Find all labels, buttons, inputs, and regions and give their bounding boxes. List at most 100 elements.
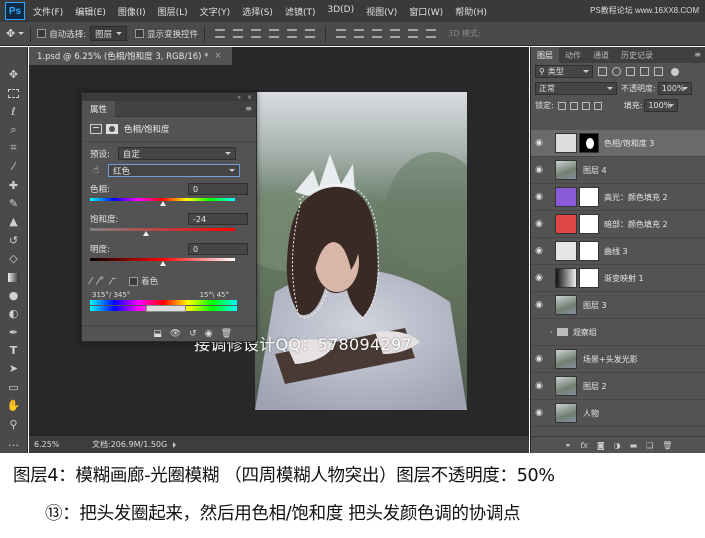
eyedropper-tool-icon[interactable]: ⁄ [5, 159, 23, 175]
layer-thumbnail[interactable] [555, 376, 577, 396]
menu-item[interactable]: 3D(D) [327, 5, 354, 18]
distribute-right-icon[interactable] [426, 29, 437, 38]
show-transform-checkbox[interactable] [135, 29, 145, 38]
layers-panel-tab[interactable]: 动作 [559, 47, 587, 63]
eyedropper-subtract-icon[interactable]: ⁄− [110, 275, 117, 287]
visibility-eye-icon[interactable]: ◉ [531, 381, 547, 391]
add-mask-icon[interactable]: ◙ [597, 441, 605, 450]
visibility-eye-icon[interactable]: ◉ [531, 138, 547, 148]
targeted-adjust-hand-icon[interactable]: ☝ [90, 165, 102, 177]
layer-row[interactable]: ◉ 图层 2 [531, 373, 705, 400]
move-tool-icon[interactable]: ✥ [5, 67, 23, 83]
layer-thumbnail[interactable] [555, 214, 577, 234]
layer-row[interactable]: ◉› 观察组 [531, 319, 705, 346]
visibility-icon[interactable]: ◉ [205, 329, 213, 339]
layer-filter-dropdown[interactable]: ⚲ 类型 [535, 65, 593, 78]
layer-row[interactable]: ◉ 色相/饱和度 3 [531, 130, 705, 157]
distribute-vcenter-icon[interactable] [354, 29, 365, 38]
zoom-tool-icon[interactable]: ⚲ [5, 416, 23, 432]
quick-select-tool-icon[interactable]: ⌕ [5, 122, 23, 138]
eraser-tool-icon[interactable]: ◇ [5, 251, 23, 267]
move-tool-icon[interactable]: ✥ [6, 27, 15, 40]
auto-select-dropdown[interactable]: 图层 [90, 26, 128, 41]
close-tab-icon[interactable]: × [214, 51, 221, 61]
filter-toggle-icon[interactable] [671, 67, 679, 76]
path-select-tool-icon[interactable]: ➤ [5, 361, 23, 377]
layer-row[interactable]: ◉ 人物 [531, 400, 705, 427]
visibility-eye-icon[interactable]: ◉ [531, 246, 547, 256]
hue-input[interactable]: 0 [188, 183, 248, 195]
eyedropper-icon[interactable]: ⁄ [90, 276, 92, 287]
history-brush-tool-icon[interactable]: ↺ [5, 232, 23, 248]
menu-item[interactable]: 图层(L) [158, 5, 188, 18]
photo-canvas[interactable] [255, 92, 467, 410]
panel-menu-icon[interactable]: ≡ [245, 104, 252, 113]
layers-panel-tab[interactable]: 通道 [587, 47, 615, 63]
layer-mask-thumbnail[interactable] [579, 241, 599, 261]
layer-thumbnail[interactable] [555, 349, 577, 369]
layer-row[interactable]: ◉ 高光：颜色填充 2 [531, 184, 705, 211]
align-left-icon[interactable] [269, 29, 280, 38]
menu-item[interactable]: 视图(V) [366, 5, 397, 18]
link-layers-icon[interactable]: ⚭ [565, 441, 572, 450]
layers-panel-tab[interactable]: 图层 [531, 47, 559, 63]
zoom-level[interactable]: 6.25% [34, 440, 82, 449]
opacity-input[interactable]: 100% [657, 82, 692, 95]
lasso-tool-icon[interactable]: ℓ [5, 104, 23, 120]
adjustment-icon[interactable] [90, 124, 102, 134]
layer-row[interactable]: ◉ 暗部：颜色填充 2 [531, 211, 705, 238]
filter-type-icon[interactable] [626, 67, 635, 76]
menu-item[interactable]: 编辑(E) [75, 5, 106, 18]
colorize-checkbox[interactable] [129, 276, 139, 286]
auto-select-checkbox[interactable] [37, 29, 47, 38]
filter-smart-object-icon[interactable] [654, 67, 663, 76]
tool-preset-chevron-icon[interactable] [18, 32, 25, 38]
distribute-left-icon[interactable] [390, 29, 401, 38]
new-group-icon[interactable]: ▬ [630, 441, 638, 450]
clone-stamp-tool-icon[interactable]: ▲ [5, 214, 23, 230]
layer-thumbnail[interactable] [555, 133, 577, 153]
collapse-panel-icon[interactable]: » [237, 94, 241, 101]
lock-transparent-icon[interactable] [557, 101, 566, 110]
layer-thumbnail[interactable] [555, 295, 577, 315]
align-top-icon[interactable] [215, 29, 226, 38]
channel-dropdown[interactable]: 红色 [108, 164, 240, 177]
status-menu-arrow-icon[interactable] [173, 441, 179, 448]
visibility-eye-icon[interactable]: ◉ [531, 300, 547, 310]
layer-mask-thumbnail[interactable] [579, 133, 599, 153]
distribute-top-icon[interactable] [336, 29, 347, 38]
new-adjustment-icon[interactable]: ◑ [614, 441, 621, 450]
lock-all-icon[interactable] [593, 101, 602, 110]
menu-item[interactable]: 选择(S) [242, 5, 273, 18]
distribute-hcenter-icon[interactable] [408, 29, 419, 38]
dodge-tool-icon[interactable]: ◐ [5, 306, 23, 322]
visibility-eye-icon[interactable]: ◉ [531, 273, 547, 283]
close-panel-icon[interactable]: × [247, 94, 252, 101]
blend-mode-dropdown[interactable]: 正常 [535, 82, 617, 95]
layer-row[interactable]: ◉ 曲线 3 [531, 238, 705, 265]
align-hcenter-icon[interactable] [287, 29, 298, 38]
menu-item[interactable]: 文字(Y) [200, 5, 231, 18]
layer-style-icon[interactable]: fx [580, 441, 588, 450]
document-tab[interactable]: 1.psd @ 6.25% (色相/饱和度 3, RGB/16) * × [29, 47, 232, 65]
color-range-bar-adjusted[interactable] [90, 305, 237, 313]
distribute-bottom-icon[interactable] [372, 29, 383, 38]
clip-to-layer-icon[interactable]: ⬓ [153, 329, 162, 339]
lock-position-icon[interactable] [581, 101, 590, 110]
menu-item[interactable]: 图像(I) [118, 5, 146, 18]
range-selector[interactable] [146, 305, 186, 313]
menu-item[interactable]: 窗口(W) [409, 5, 443, 18]
saturation-input[interactable]: -24 [188, 213, 248, 225]
delete-icon[interactable]: 🗑 [221, 329, 232, 339]
layers-panel-tab[interactable]: 历史记录 [615, 47, 659, 63]
lightness-slider-handle[interactable] [160, 261, 166, 266]
filter-adjustment-icon[interactable] [612, 67, 621, 76]
hue-slider-handle[interactable] [160, 201, 166, 206]
lock-image-icon[interactable] [569, 101, 578, 110]
pen-tool-icon[interactable]: ✒ [5, 324, 23, 340]
mask-icon[interactable] [106, 124, 118, 134]
view-previous-icon[interactable]: 👁 [170, 329, 181, 339]
marquee-tool-icon[interactable] [5, 85, 23, 101]
saturation-slider-handle[interactable] [143, 231, 149, 236]
layer-row[interactable]: ◉ 图层 4 [531, 157, 705, 184]
